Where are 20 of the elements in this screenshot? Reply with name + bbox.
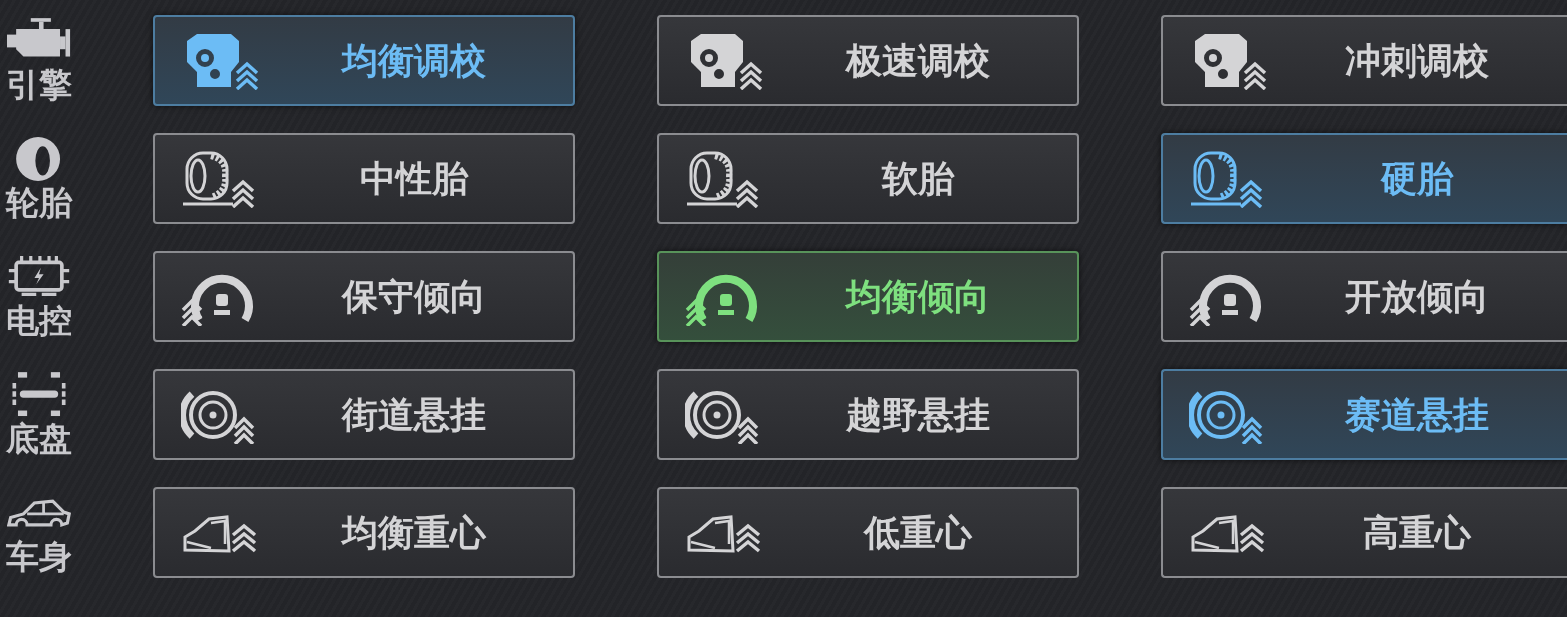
option-button[interactable]: 低重心 xyxy=(657,487,1079,578)
option-button[interactable]: 均衡倾向 xyxy=(657,251,1079,342)
option-button[interactable]: 硬胎 xyxy=(1161,133,1567,224)
option-button[interactable]: 均衡调校 xyxy=(153,15,575,106)
option-button[interactable]: 开放倾向 xyxy=(1161,251,1567,342)
category-label: 引擎 xyxy=(6,65,72,104)
option-button[interactable]: 软胎 xyxy=(657,133,1079,224)
option-button[interactable]: 冲刺调校 xyxy=(1161,15,1567,106)
category-label: 底盘 xyxy=(6,419,72,458)
category-label: 电控 xyxy=(6,301,72,340)
option-button[interactable]: 均衡重心 xyxy=(153,487,575,578)
option-button[interactable]: 保守倾向 xyxy=(153,251,575,342)
option-button[interactable]: 高重心 xyxy=(1161,487,1567,578)
category-label: 车身 xyxy=(6,537,72,576)
option-button[interactable]: 街道悬挂 xyxy=(153,369,575,460)
option-button[interactable]: 赛道悬挂 xyxy=(1161,369,1567,460)
option-button[interactable]: 中性胎 xyxy=(153,133,575,224)
option-button[interactable]: 越野悬挂 xyxy=(657,369,1079,460)
option-button[interactable]: 极速调校 xyxy=(657,15,1079,106)
category-label: 轮胎 xyxy=(6,183,72,222)
